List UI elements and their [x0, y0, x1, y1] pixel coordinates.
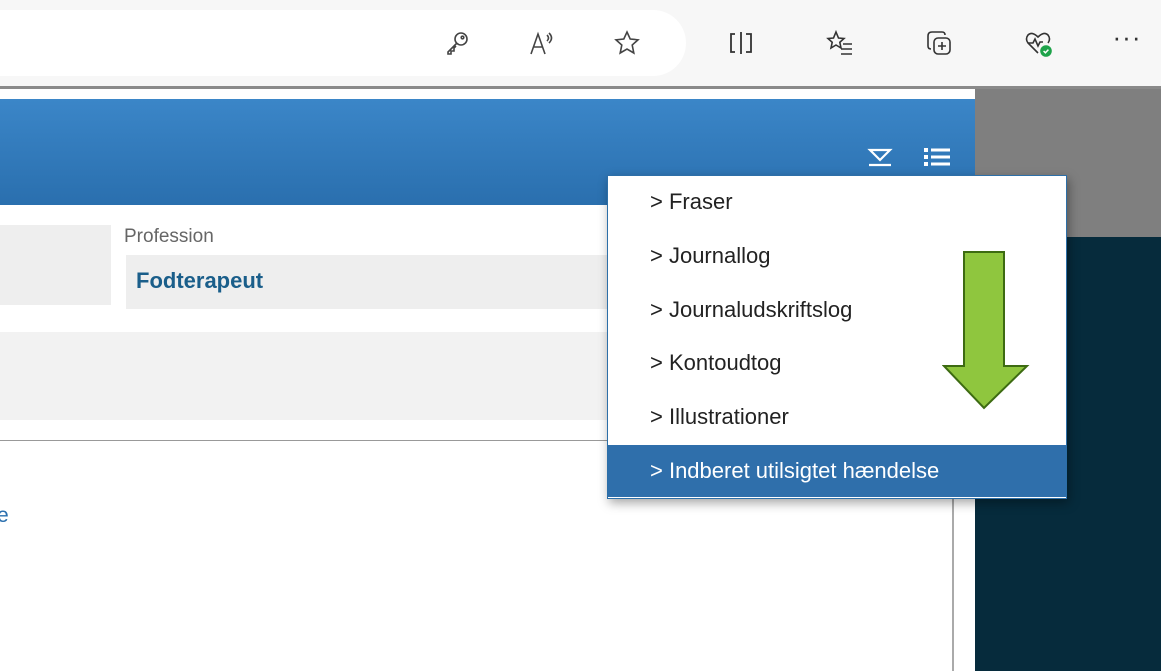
browser-toolbar: ···: [0, 0, 1161, 86]
favorites-list-icon[interactable]: [825, 28, 855, 58]
more-icon[interactable]: ···: [1112, 22, 1142, 52]
profession-field: Fodterapeut: [126, 255, 626, 309]
menu-list-icon[interactable]: [919, 139, 955, 175]
address-bar[interactable]: [0, 10, 686, 76]
health-icon[interactable]: [1023, 28, 1053, 58]
profession-label: Profession: [124, 226, 214, 247]
collapse-icon[interactable]: [862, 139, 898, 175]
menu-item-indberet-utilsigtet-haendelse[interactable]: > Indberet utilsigtet hændelse: [608, 445, 1066, 497]
truncated-link-text[interactable]: e: [0, 504, 9, 528]
left-field-box: [0, 225, 111, 305]
profession-value: Fodterapeut: [136, 268, 264, 293]
menu-item-fraser[interactable]: > Fraser: [608, 176, 1066, 228]
collections-icon[interactable]: [924, 28, 954, 58]
read-aloud-icon[interactable]: [527, 28, 557, 58]
favorite-star-icon[interactable]: [612, 28, 642, 58]
app-top-strip: [0, 89, 975, 99]
down-arrow-annotation: [942, 251, 1030, 410]
split-screen-icon[interactable]: [726, 28, 756, 58]
key-icon[interactable]: [442, 28, 472, 58]
